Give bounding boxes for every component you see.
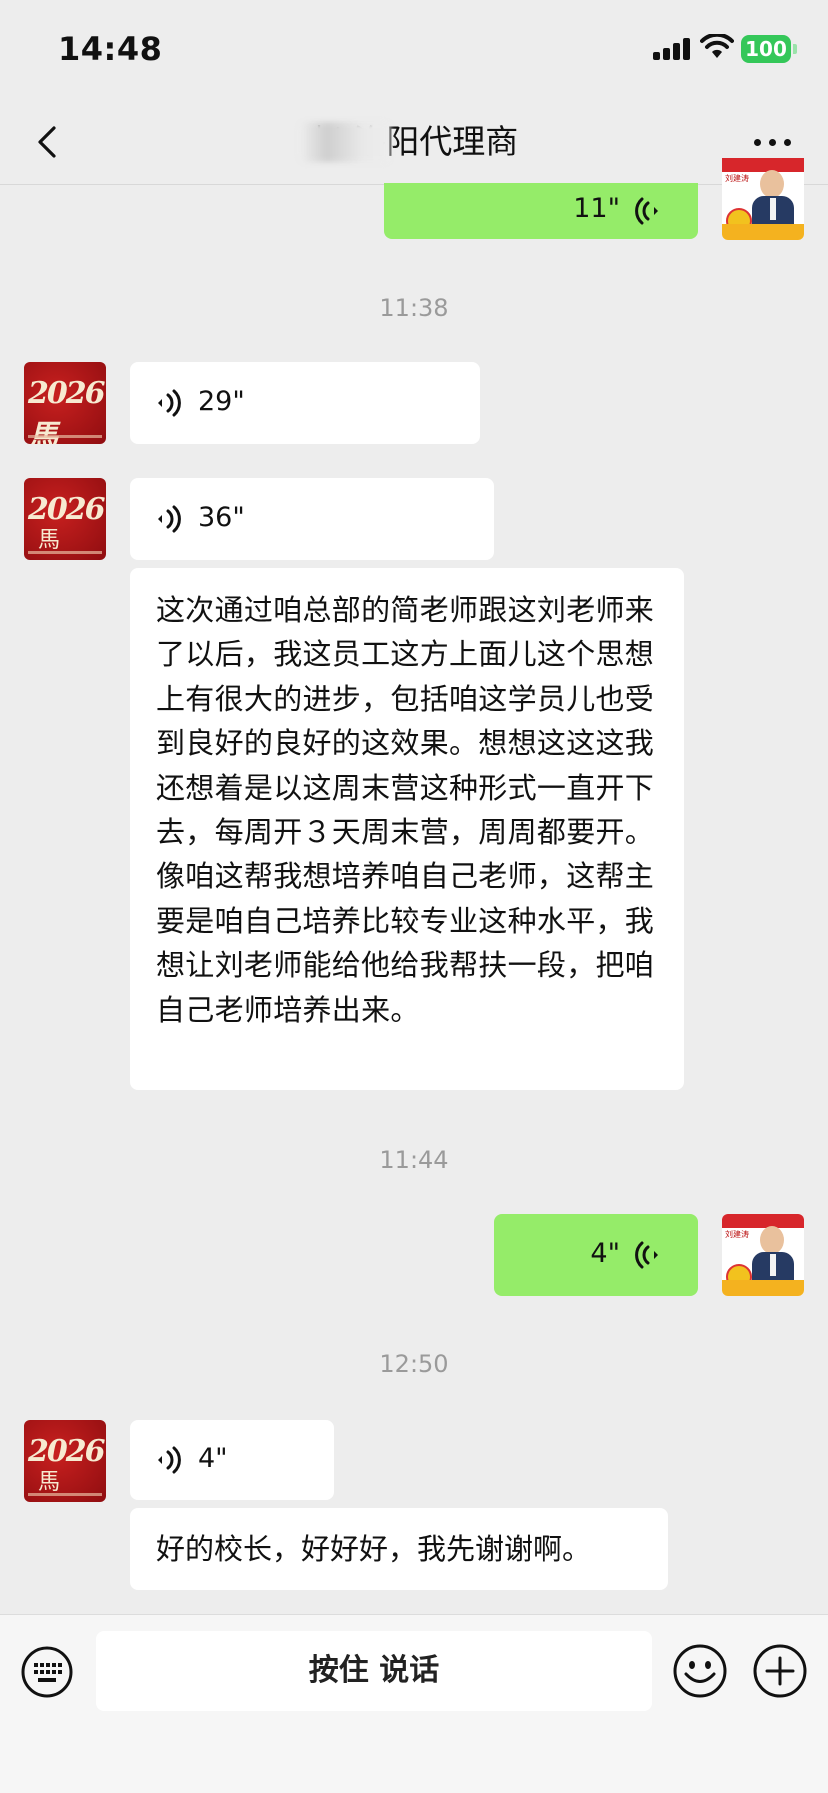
self-avatar-name: 刘建涛 — [725, 174, 749, 183]
status-time: 14:48 — [58, 30, 163, 68]
contact-avatar[interactable]: 2026 馬 — [24, 362, 106, 444]
voice-transcript[interactable]: 这次通过咱总部的简老师跟这刘老师来了以后，我这员工这方上面儿这个思想上有很大的进… — [130, 568, 684, 1090]
self-voice-message[interactable]: 4" — [494, 1214, 698, 1296]
redacted-name-blur — [300, 122, 390, 162]
transcript-text: 好的校长，好好好，我先谢谢啊。 — [156, 1532, 592, 1566]
voice-wave-icon — [635, 197, 658, 225]
hold-to-talk-button[interactable]: 按住 说话 — [96, 1631, 652, 1711]
cellular-signal-icon — [653, 38, 693, 60]
contact-voice-message[interactable]: 29" — [130, 362, 480, 444]
timestamp: 11:44 — [379, 1146, 449, 1174]
voice-wave-icon — [158, 1446, 181, 1474]
voice-duration: 29" — [198, 386, 245, 417]
chat-input-bar: 按住 说话 — [0, 1614, 828, 1793]
wifi-icon — [700, 34, 734, 58]
status-bar: 14:48 100 — [0, 0, 828, 100]
emoji-icon[interactable] — [672, 1643, 728, 1699]
battery-indicator: 100 — [741, 35, 791, 63]
voice-duration: 36" — [198, 502, 245, 533]
voice-wave-icon — [158, 505, 181, 533]
voice-duration: 11" — [573, 193, 620, 224]
voice-duration: 4" — [198, 1443, 228, 1474]
timestamp: 12:50 — [379, 1350, 449, 1378]
self-voice-message[interactable]: 11" — [384, 183, 698, 239]
contact-avatar-text: 2026 馬 — [28, 376, 106, 444]
self-avatar[interactable]: 刘建涛 — [722, 158, 804, 240]
timestamp: 11:38 — [379, 294, 449, 322]
voice-wave-icon — [158, 389, 181, 417]
battery-cap-icon — [793, 44, 797, 54]
more-options-icon[interactable] — [748, 122, 798, 162]
chat-title: 赵 洛阳代理商 — [309, 122, 519, 161]
voice-transcript[interactable]: 好的校长，好好好，我先谢谢啊。 — [130, 1508, 668, 1590]
voice-wave-icon — [635, 1241, 658, 1269]
transcript-text: 这次通过咱总部的简老师跟这刘老师来了以后，我这员工这方上面儿这个思想上有很大的进… — [156, 593, 655, 1027]
chat-header: 赵 洛阳代理商 — [0, 100, 828, 185]
voice-duration: 4" — [590, 1238, 620, 1269]
contact-voice-message[interactable]: 36" — [130, 478, 494, 560]
contact-avatar[interactable]: 2026 馬 — [24, 478, 106, 560]
keyboard-icon[interactable] — [20, 1645, 74, 1699]
self-avatar[interactable]: 刘建涛 — [722, 1214, 804, 1296]
contact-voice-message[interactable]: 4" — [130, 1420, 334, 1500]
contact-avatar[interactable]: 2026 馬 — [24, 1420, 106, 1502]
plus-icon[interactable] — [752, 1643, 808, 1699]
